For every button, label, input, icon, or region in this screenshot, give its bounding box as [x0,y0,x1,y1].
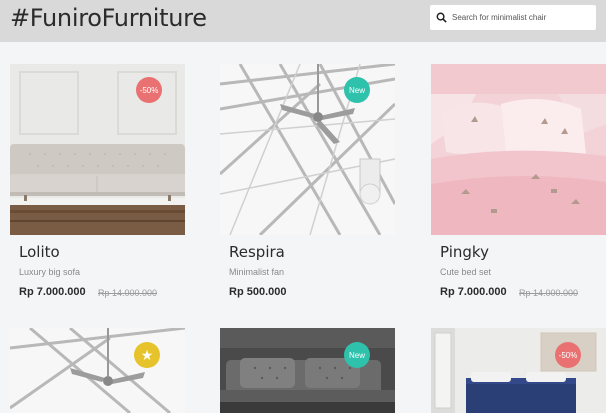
product-description: Minimalist fan [229,267,285,277]
product-old-price: Rp 14.000.000 [519,288,579,298]
product-card-row2-2[interactable]: New [220,328,395,413]
search-icon[interactable] [430,5,452,30]
star-badge: ★ [134,342,160,368]
product-name[interactable]: Lolito [19,243,60,261]
product-old-price: Rp 14.000.000 [98,288,158,298]
product-price: Rp 500.000 [229,286,287,298]
product-info: Respira Minimalist fan Rp 500.000 [220,235,395,307]
discount-badge: -50% [136,77,162,103]
top-bar: #FuniroFurniture [0,0,606,42]
product-card-pingky[interactable]: Pingky Cute bed set Rp 7.000.000 Rp 14.0… [431,64,606,307]
product-image-leather-sofa[interactable] [220,328,395,413]
discount-badge: -50% [555,342,581,368]
product-description: Luxury big sofa [19,267,81,277]
product-name[interactable]: Respira [229,243,285,261]
product-price: Rp 7.000.000 [19,286,86,298]
product-card-lolito[interactable]: -50% Lolito Luxury big sofa Rp 7.000.000… [10,64,185,307]
product-name[interactable]: Pingky [440,243,489,261]
search-input[interactable] [452,13,592,22]
product-info: Pingky Cute bed set Rp 7.000.000 Rp 14.0… [431,235,606,307]
product-image-bed-set[interactable] [431,64,606,235]
product-image-fan[interactable] [10,328,185,413]
brand-logo[interactable]: #FuniroFurniture [10,4,207,32]
product-card-respira[interactable]: New Respira Minimalist fan Rp 500.000 [220,64,395,307]
new-badge: New [344,77,370,103]
search-box[interactable] [430,5,596,30]
product-card-row2-3[interactable]: -50% [431,328,606,413]
product-image-bedroom[interactable] [431,328,606,413]
product-info: Lolito Luxury big sofa Rp 7.000.000 Rp 1… [10,235,185,307]
product-price: Rp 7.000.000 [440,286,507,298]
new-badge: New [344,342,370,368]
product-description: Cute bed set [440,267,492,277]
product-card-row2-1[interactable]: ★ [10,328,185,413]
